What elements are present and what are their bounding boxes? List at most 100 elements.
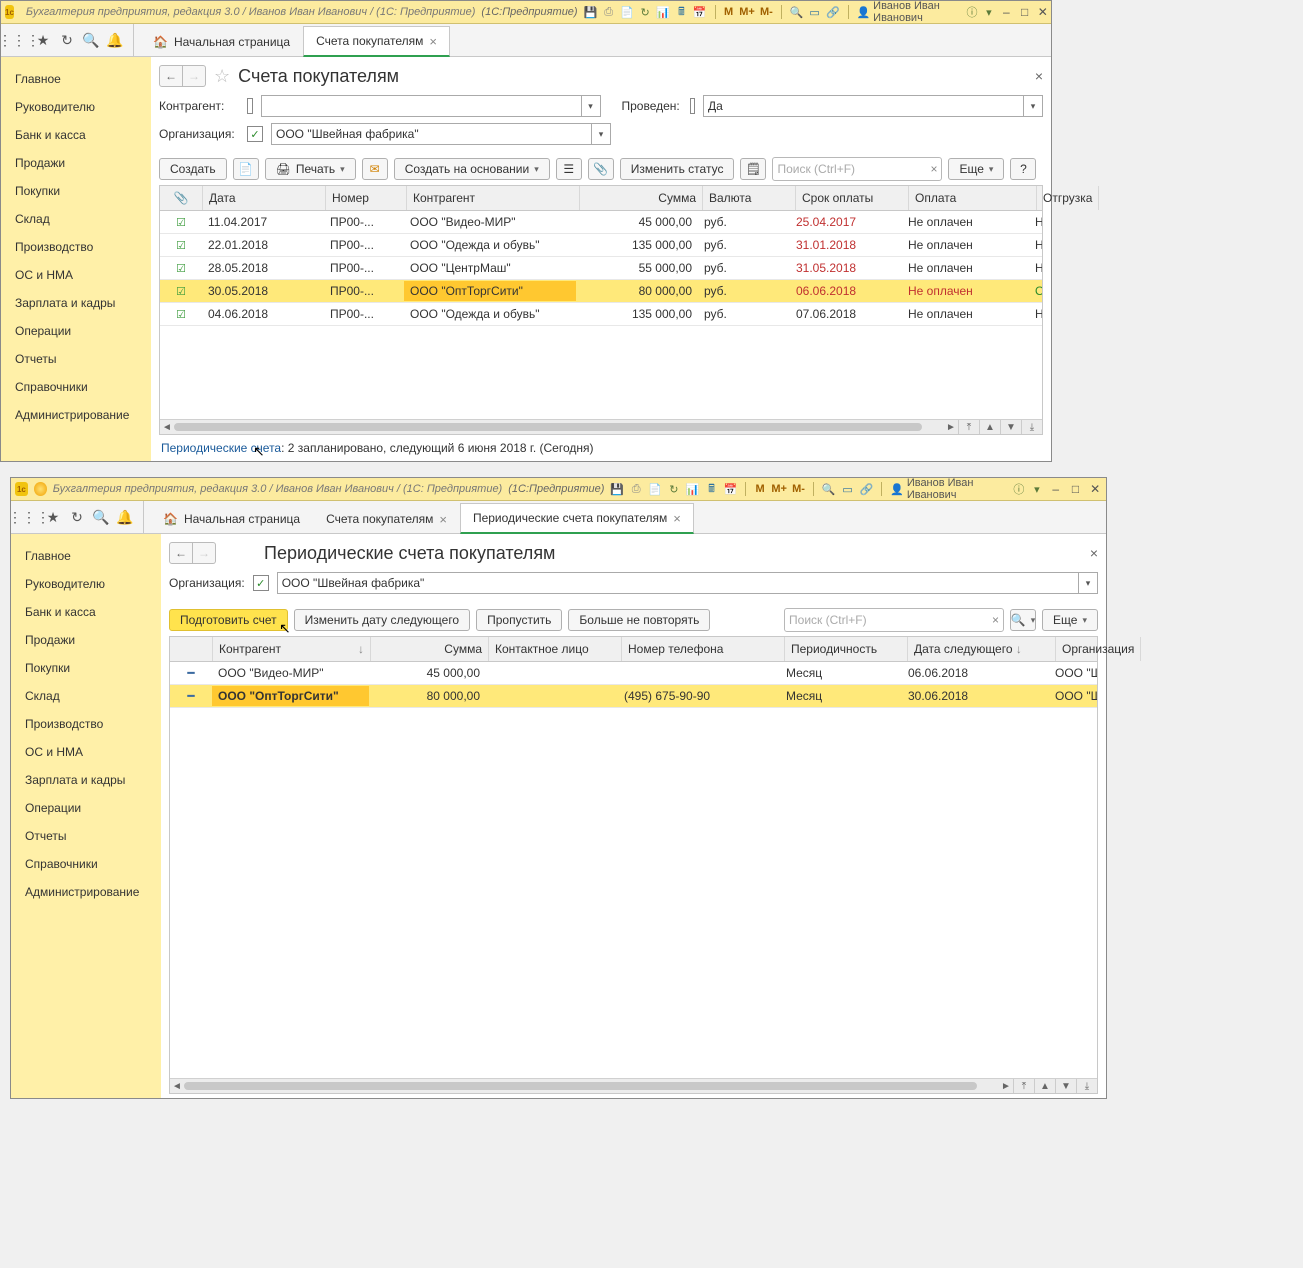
chart-icon[interactable]: 📊	[656, 5, 670, 19]
filter-provedon-input[interactable]: Да▾	[703, 95, 1043, 117]
link-icon[interactable]: 🔗	[860, 482, 874, 496]
filter-org-checkbox[interactable]: ✓	[247, 126, 263, 142]
col-phone[interactable]: Номер телефона	[622, 637, 785, 661]
clear-icon[interactable]: ×	[992, 613, 999, 627]
sidebar-item[interactable]: Зарплата и кадры	[1, 289, 151, 317]
filter-contragent-checkbox[interactable]	[247, 98, 253, 114]
sidebar-item[interactable]: Операции	[1, 317, 151, 345]
search-input[interactable]: Поиск (Ctrl+F)×	[784, 608, 1004, 632]
print-icon[interactable]: ⎙	[630, 482, 642, 496]
tab-close-icon[interactable]: ×	[429, 34, 437, 49]
memory-mminus-icon[interactable]: M-	[792, 482, 805, 496]
copy-button[interactable]: 📄	[233, 158, 259, 180]
sidebar-item[interactable]: Главное	[11, 542, 161, 570]
search-input[interactable]: Поиск (Ctrl+F)×	[772, 157, 942, 181]
chevron-down-icon[interactable]: ▾	[591, 124, 610, 144]
sidebar-item[interactable]: Операции	[11, 794, 161, 822]
zoom-icon[interactable]: 🔍	[790, 5, 804, 19]
favorite-icon[interactable]: ★	[33, 30, 53, 50]
sidebar-item[interactable]: Руководителю	[1, 93, 151, 121]
goto-first-icon[interactable]: ⤒	[1013, 1079, 1034, 1093]
goto-down-icon[interactable]: ▼	[1000, 420, 1021, 434]
table-row[interactable]: ☑28.05.2018ПР00-...ООО "ЦентрМаш"55 000,…	[160, 257, 1042, 280]
sidebar-item[interactable]: Справочники	[11, 850, 161, 878]
sidebar-item[interactable]: Банк и касса	[11, 598, 161, 626]
print-icon[interactable]: ⎙	[603, 5, 614, 19]
history-icon[interactable]: ↻	[57, 30, 77, 50]
bell-icon[interactable]: 🔔	[105, 30, 125, 50]
goto-first-icon[interactable]: ⤒	[958, 420, 979, 434]
prepare-invoice-button[interactable]: Подготовить счет	[169, 609, 288, 631]
create-on-basis-button[interactable]: Создать на основании ▾	[394, 158, 550, 180]
bell-icon[interactable]: 🔔	[115, 507, 135, 527]
sidebar-item[interactable]: Администрирование	[11, 878, 161, 906]
tab-periodic[interactable]: Периодические счета покупателям ×	[460, 503, 694, 534]
memory-mplus-icon[interactable]: M+	[740, 5, 754, 19]
info-icon[interactable]: ⓘ	[1013, 482, 1025, 496]
zoom-icon[interactable]: 🔍	[822, 482, 836, 496]
col-contragent[interactable]: Контрагент	[407, 186, 580, 210]
print-button[interactable]: 🖨 Печать ▾	[265, 158, 356, 180]
col-payment[interactable]: Оплата	[909, 186, 1037, 210]
windows-icon[interactable]: ▭	[809, 5, 820, 19]
col-contact[interactable]: Контактное лицо	[489, 637, 622, 661]
search-button[interactable]: 🔍 ▾	[1010, 609, 1036, 631]
h-scrollbar[interactable]: ◄ ► ⤒ ▲ ▼ ⤓	[170, 1078, 1097, 1093]
col-attachment[interactable]: 📎	[160, 186, 203, 210]
list-button[interactable]: ☰	[556, 158, 582, 180]
doc-icon[interactable]: 📄	[648, 482, 662, 496]
table-row[interactable]: ━ООО "ОптТоргСити"80 000,00(495) 675-90-…	[170, 685, 1097, 708]
history-icon[interactable]: ↻	[67, 507, 87, 527]
search-icon[interactable]: 🔍	[81, 30, 101, 50]
tab-home[interactable]: 🏠 Начальная страница	[150, 504, 313, 533]
calc-icon[interactable]: 🖩	[676, 5, 687, 19]
nav-fwd-button[interactable]: →	[193, 542, 216, 564]
current-user[interactable]: 👤 Иванов Иван Иванович	[856, 0, 960, 24]
save-icon[interactable]: 💾	[610, 482, 624, 496]
star-icon[interactable]: ☆	[214, 66, 230, 87]
table-row[interactable]: ☑04.06.2018ПР00-...ООО "Одежда и обувь"1…	[160, 303, 1042, 326]
attach-button[interactable]: 📎	[588, 158, 614, 180]
goto-up-icon[interactable]: ▲	[1034, 1079, 1055, 1093]
col-shipping[interactable]: Отгрузка	[1037, 186, 1099, 210]
filter-contragent-input[interactable]: ▾	[261, 95, 601, 117]
col-currency[interactable]: Валюта	[703, 186, 796, 210]
filter-org-input[interactable]: ООО "Швейная фабрика"▾	[277, 572, 1098, 594]
chevron-down-icon[interactable]: ▾	[1078, 573, 1097, 593]
minimize-button[interactable]: –	[1000, 5, 1012, 19]
table-row[interactable]: ━ООО "Видео-МИР"45 000,00Месяц06.06.2018…	[170, 662, 1097, 685]
refresh-icon[interactable]: ↻	[668, 482, 680, 496]
sidebar-item[interactable]: Производство	[1, 233, 151, 261]
favorite-icon[interactable]: ★	[43, 507, 63, 527]
sidebar-item[interactable]: Склад	[11, 682, 161, 710]
col-icon[interactable]	[170, 637, 213, 661]
current-user[interactable]: 👤 Иванов Иван Иванович	[890, 477, 1007, 501]
sidebar-item[interactable]: Покупки	[1, 177, 151, 205]
sidebar-item[interactable]: Руководителю	[11, 570, 161, 598]
tab-close-icon[interactable]: ×	[673, 511, 681, 526]
col-period[interactable]: Периодичность	[785, 637, 908, 661]
memory-mplus-icon[interactable]: M+	[772, 482, 786, 496]
goto-down-icon[interactable]: ▼	[1055, 1079, 1076, 1093]
info-icon[interactable]: ⓘ	[967, 5, 978, 19]
sidebar-item[interactable]: Продажи	[11, 626, 161, 654]
filter-provedon-checkbox[interactable]	[690, 98, 696, 114]
filter-org-checkbox[interactable]: ✓	[253, 575, 269, 591]
chevron-down-icon[interactable]: ▾	[1023, 96, 1042, 116]
goto-last-icon[interactable]: ⤓	[1021, 420, 1042, 434]
close-button[interactable]: ✕	[1037, 5, 1049, 19]
create-button[interactable]: Создать	[159, 158, 227, 180]
col-date[interactable]: Дата	[203, 186, 326, 210]
scroll-right-icon[interactable]: ►	[999, 1079, 1013, 1093]
sidebar-item[interactable]: Отчеты	[11, 822, 161, 850]
calendar-icon[interactable]: 📅	[724, 482, 738, 496]
nav-fwd-button[interactable]: →	[183, 65, 206, 87]
sidebar-item[interactable]: Справочники	[1, 373, 151, 401]
nav-back-button[interactable]: ←	[159, 65, 183, 87]
table-row[interactable]: ☑22.01.2018ПР00-...ООО "Одежда и обувь"1…	[160, 234, 1042, 257]
sidebar-item[interactable]: Покупки	[11, 654, 161, 682]
save-icon[interactable]: 💾	[584, 5, 598, 19]
no-repeat-button[interactable]: Больше не повторять	[568, 609, 710, 631]
tab-home[interactable]: 🏠 Начальная страница	[140, 27, 303, 56]
scroll-left-icon[interactable]: ◄	[170, 1079, 184, 1093]
